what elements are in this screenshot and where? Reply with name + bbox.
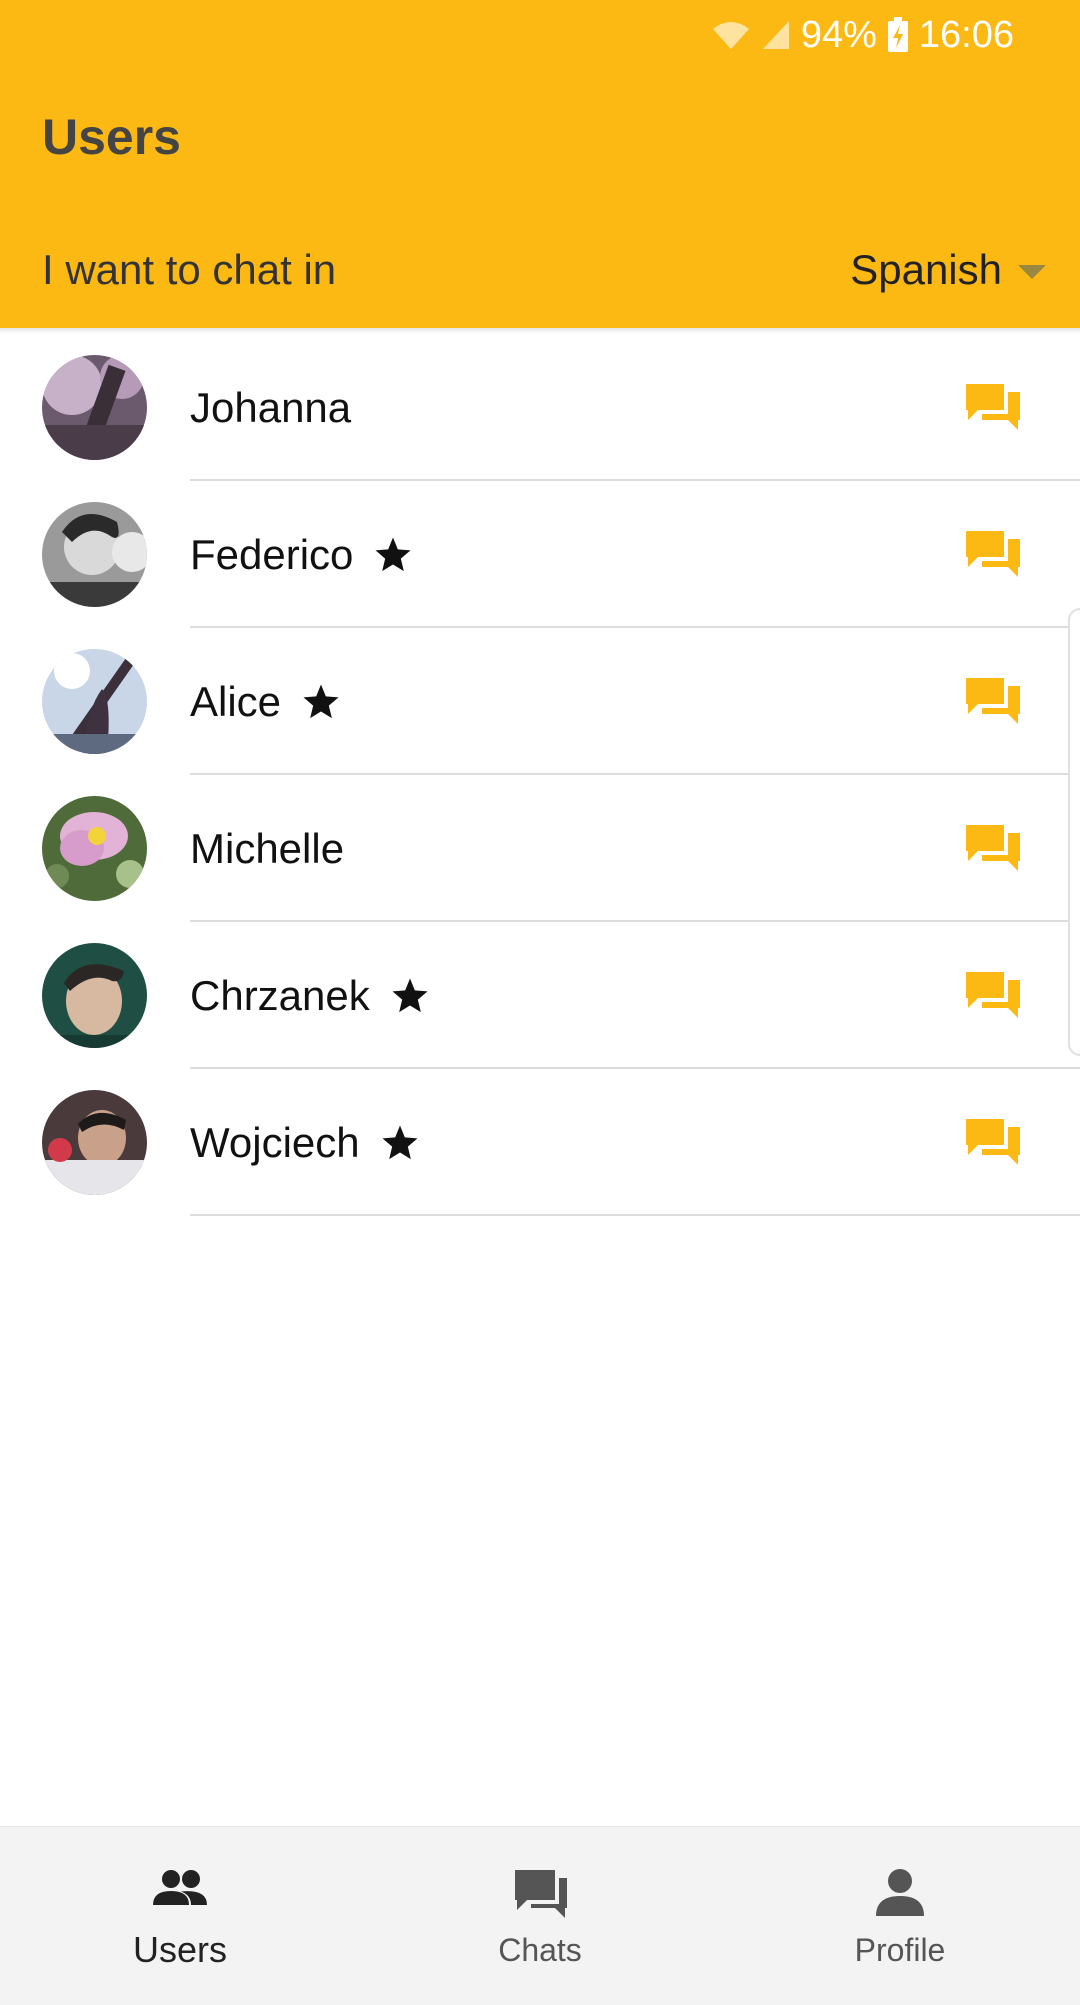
avatar[interactable] xyxy=(42,1090,147,1195)
user-name: Chrzanek xyxy=(190,971,370,1019)
user-name-wrap: Chrzanek xyxy=(190,972,430,1020)
page-title: Users xyxy=(42,109,181,165)
user-name-wrap: Johanna xyxy=(190,384,351,432)
star-icon xyxy=(373,535,413,575)
status-bar: 94% 16:06 xyxy=(711,10,1014,60)
user-row[interactable]: Federico xyxy=(0,481,1080,628)
user-name-wrap: Michelle xyxy=(190,825,344,873)
user-row[interactable]: Chrzanek xyxy=(0,922,1080,1069)
chat-icon[interactable] xyxy=(964,382,1022,434)
avatar[interactable] xyxy=(42,502,147,607)
scroll-handle[interactable] xyxy=(1068,608,1080,1056)
chat-icon xyxy=(511,1868,569,1918)
avatar[interactable] xyxy=(42,355,147,460)
user-name: Federico xyxy=(190,530,354,578)
chat-icon[interactable] xyxy=(964,970,1022,1022)
avatar[interactable] xyxy=(42,796,147,901)
user-row[interactable]: Johanna xyxy=(0,334,1080,481)
signal-icon xyxy=(761,19,791,51)
bottom-navigation: Users Chats Profile xyxy=(0,1826,1080,2005)
tab-users-label: Users xyxy=(132,1929,227,1970)
star-icon xyxy=(380,1123,420,1163)
tab-chats-label: Chats xyxy=(498,1931,582,1968)
battery-percent: 94% xyxy=(800,13,877,56)
row-divider xyxy=(190,1214,1080,1216)
language-row: I want to chat in Spanish xyxy=(42,240,1046,300)
dropdown-caret-icon xyxy=(1018,265,1046,279)
user-name: Wojciech xyxy=(190,1118,360,1166)
user-row[interactable]: Michelle xyxy=(0,775,1080,922)
person-icon xyxy=(871,1868,929,1918)
chat-icon[interactable] xyxy=(964,1117,1022,1169)
language-value: Spanish xyxy=(850,246,1002,293)
user-name-wrap: Federico xyxy=(190,531,413,579)
tab-profile[interactable]: Profile xyxy=(720,1827,1080,2005)
chat-icon[interactable] xyxy=(964,676,1022,728)
avatar[interactable] xyxy=(42,943,147,1048)
clock: 16:06 xyxy=(918,13,1014,56)
chat-icon[interactable] xyxy=(964,529,1022,581)
tab-chats[interactable]: Chats xyxy=(360,1827,720,2005)
user-name: Johanna xyxy=(190,383,352,431)
user-name: Michelle xyxy=(190,824,345,872)
tab-profile-label: Profile xyxy=(854,1931,946,1968)
language-label: I want to chat in xyxy=(42,246,337,293)
star-icon xyxy=(390,976,430,1016)
user-row[interactable]: Alice xyxy=(0,628,1080,775)
star-icon xyxy=(301,682,341,722)
language-dropdown[interactable]: Spanish xyxy=(850,246,1046,294)
wifi-icon xyxy=(711,19,751,51)
app-bar: 94% 16:06 Users I want to chat in Spanis… xyxy=(0,0,1080,328)
user-name: Alice xyxy=(190,677,282,725)
battery-charging-icon xyxy=(887,17,909,53)
chat-icon[interactable] xyxy=(964,823,1022,875)
user-row[interactable]: Wojciech xyxy=(0,1069,1080,1216)
tab-users[interactable]: Users xyxy=(0,1827,360,2005)
user-list: Johanna Federico Alice Michelle Chrzanek… xyxy=(0,334,1080,1216)
user-name-wrap: Alice xyxy=(190,678,341,726)
avatar[interactable] xyxy=(42,649,147,754)
people-icon xyxy=(151,1865,209,1915)
user-name-wrap: Wojciech xyxy=(190,1119,420,1167)
